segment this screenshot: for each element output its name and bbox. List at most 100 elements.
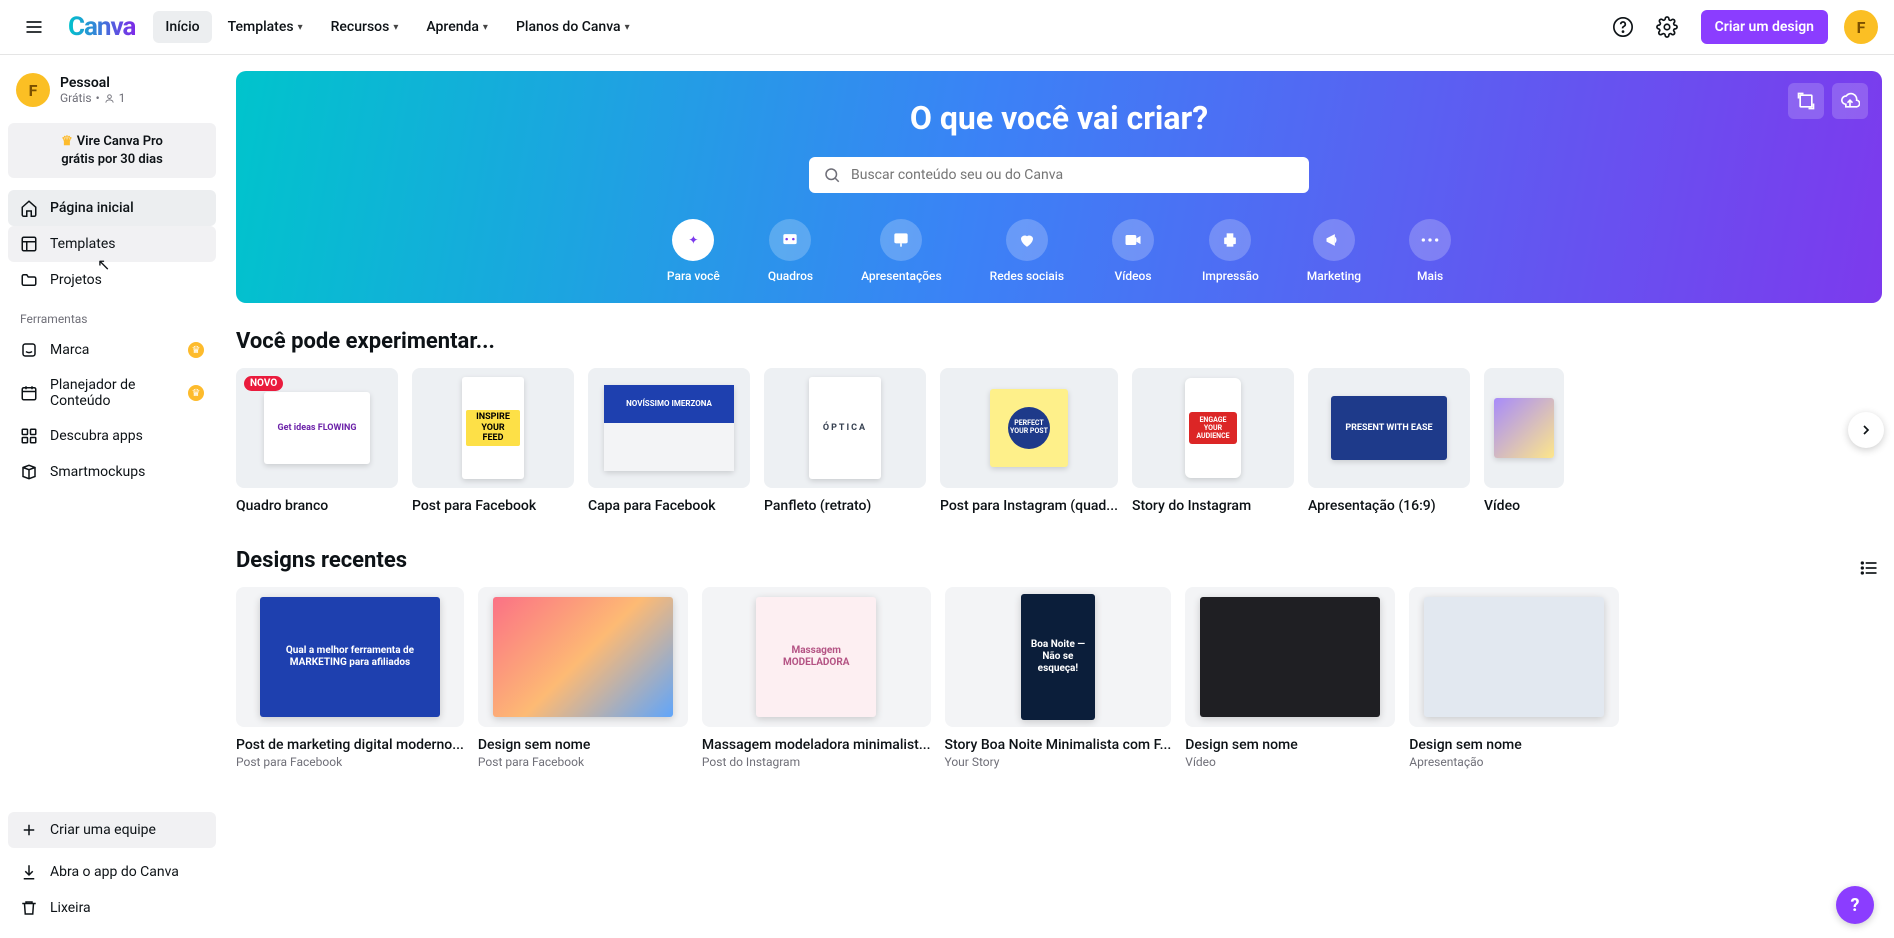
category-presentations[interactable]: Apresentações — [861, 219, 942, 283]
sidebar-create-team[interactable]: Criar uma equipe — [8, 812, 216, 848]
view-toggle-button[interactable] — [1856, 555, 1882, 581]
design-subtitle: Apresentação — [1409, 755, 1619, 769]
recent-section-title: Designs recentes — [236, 548, 407, 573]
search-input[interactable] — [851, 167, 1295, 183]
category-videos[interactable]: Vídeos — [1112, 219, 1154, 283]
nav-templates-label: Templates — [228, 19, 294, 35]
carousel-next-button[interactable] — [1848, 412, 1884, 448]
sidebar-item-brand[interactable]: Marca ♛ — [8, 332, 216, 368]
upload-button[interactable] — [1832, 83, 1868, 119]
home-icon — [20, 199, 38, 217]
category-print[interactable]: Impressão — [1202, 219, 1259, 283]
sidebar-download-app[interactable]: Abra o app do Canva — [8, 854, 216, 890]
try-card-fb-post[interactable]: INSPIRE YOUR FEED Post para Facebook — [412, 368, 574, 514]
try-card-whiteboard[interactable]: NOVOGet ideas FLOWING Quadro branco — [236, 368, 398, 514]
thumb-text: PERFECT YOUR POST — [1008, 407, 1050, 449]
hero-categories: ✦Para você Quadros Apresentações Redes s… — [256, 219, 1862, 283]
sidebar-item-label: Descubra apps — [50, 428, 143, 444]
crown-badge-icon: ♛ — [188, 385, 204, 401]
nav-learn-label: Aprenda — [426, 19, 479, 35]
upgrade-banner[interactable]: ♛Vire Canva Pro grátis por 30 dias — [8, 123, 216, 178]
hero-title: O que você vai criar? — [256, 99, 1862, 137]
search-icon — [823, 166, 841, 184]
design-card[interactable]: Massagem MODELADORA Massagem modeladora … — [702, 587, 931, 769]
apps-icon — [20, 427, 38, 445]
chevron-down-icon: ▾ — [298, 22, 303, 33]
design-card[interactable]: Boa Noite — Não se esqueça! Story Boa No… — [945, 587, 1172, 769]
category-social[interactable]: Redes sociais — [990, 219, 1064, 283]
heart-icon — [1006, 219, 1048, 261]
category-label: Mais — [1417, 269, 1443, 283]
try-carousel[interactable]: NOVOGet ideas FLOWING Quadro branco INSP… — [236, 368, 1882, 522]
sidebar-item-apps[interactable]: Descubra apps — [8, 418, 216, 454]
profile-name: Pessoal — [60, 75, 125, 91]
sidebar-item-smartmockups[interactable]: Smartmockups — [8, 454, 216, 490]
custom-size-button[interactable] — [1788, 83, 1824, 119]
sidebar-item-projects[interactable]: Projetos — [8, 262, 216, 298]
create-design-button[interactable]: Criar um design — [1701, 10, 1828, 44]
design-subtitle: Post do Instagram — [702, 755, 931, 769]
nav-plans[interactable]: Planos do Canva▾ — [504, 11, 642, 43]
design-thumb: Massagem MODELADORA — [702, 587, 931, 727]
sidebar-item-label: Marca — [50, 342, 89, 358]
try-card-presentation[interactable]: PRESENT WITH EASE Apresentação (16:9) — [1308, 368, 1470, 514]
try-label: Story do Instagram — [1132, 498, 1294, 514]
thumb-text: ÓPTICA — [823, 423, 867, 433]
design-card[interactable]: Design sem nome Vídeo — [1185, 587, 1395, 769]
menu-icon[interactable] — [16, 9, 52, 45]
nav-templates[interactable]: Templates ▾ — [216, 11, 315, 43]
user-avatar[interactable]: F — [1844, 10, 1878, 44]
sidebar-item-label: Abra o app do Canva — [50, 864, 179, 880]
design-title: Post de marketing digital moderno... — [236, 737, 464, 753]
design-card[interactable]: Design sem nome Post para Facebook — [478, 587, 688, 769]
folder-icon — [20, 271, 38, 289]
category-label: Apresentações — [861, 269, 942, 283]
board-icon — [769, 219, 811, 261]
sidebar-item-label: Lixeira — [50, 900, 91, 916]
try-card-ig-story[interactable]: ENGAGE YOUR AUDIENCE Story do Instagram — [1132, 368, 1294, 514]
sidebar-item-planner[interactable]: Planejador de Conteúdo ♛ — [8, 368, 216, 418]
design-card[interactable]: Qual a melhor ferramenta de MARKETING pa… — [236, 587, 464, 769]
category-more[interactable]: Mais — [1409, 219, 1451, 283]
sidebar-trash[interactable]: Lixeira — [8, 890, 216, 926]
design-card[interactable]: Design sem nome Apresentação — [1409, 587, 1619, 769]
profile-block[interactable]: F Pessoal Grátis • 1 — [8, 67, 216, 113]
upgrade-line2: grátis por 30 dias — [61, 152, 163, 167]
megaphone-icon — [1313, 219, 1355, 261]
design-subtitle: Your Story — [945, 755, 1172, 769]
category-whiteboards[interactable]: Quadros — [768, 219, 813, 283]
nav-home[interactable]: Início — [153, 11, 211, 43]
sidebar-item-label: Página inicial — [50, 200, 134, 216]
print-icon — [1209, 219, 1251, 261]
download-icon — [20, 863, 38, 881]
try-section-title: Você pode experimentar... — [236, 329, 1882, 354]
nav-learn[interactable]: Aprenda▾ — [414, 11, 500, 43]
more-icon — [1409, 219, 1451, 261]
sidebar-item-label: Planejador de Conteúdo — [50, 377, 176, 409]
plus-icon — [20, 821, 38, 839]
help-fab-button[interactable]: ? — [1836, 886, 1874, 924]
design-title: Design sem nome — [1185, 737, 1395, 753]
try-label: Panfleto (retrato) — [764, 498, 926, 514]
try-card-ig-post[interactable]: PERFECT YOUR POST Post para Instagram (q… — [940, 368, 1118, 514]
try-label: Post para Facebook — [412, 498, 574, 514]
nav-resources-label: Recursos — [331, 19, 390, 35]
sidebar-item-label: Templates — [50, 236, 116, 252]
help-icon[interactable] — [1605, 9, 1641, 45]
nav-resources[interactable]: Recursos▾ — [319, 11, 411, 43]
try-label: Capa para Facebook — [588, 498, 750, 514]
try-label: Apresentação (16:9) — [1308, 498, 1470, 514]
try-card-flyer[interactable]: ÓPTICA Panfleto (retrato) — [764, 368, 926, 514]
canva-logo[interactable]: Canva — [68, 12, 135, 42]
search-bar[interactable] — [809, 157, 1309, 193]
try-card-fb-cover[interactable]: NOVÍSSIMO IMERZONA Capa para Facebook — [588, 368, 750, 514]
category-marketing[interactable]: Marketing — [1307, 219, 1361, 283]
thumb-text: INSPIRE YOUR FEED — [466, 410, 520, 445]
sidebar-item-templates[interactable]: Templates — [8, 226, 216, 262]
try-card-video[interactable]: Vídeo — [1484, 368, 1564, 514]
design-title: Massagem modeladora minimalist... — [702, 737, 931, 753]
settings-icon[interactable] — [1649, 9, 1685, 45]
category-label: Marketing — [1307, 269, 1361, 283]
category-for-you[interactable]: ✦Para você — [667, 219, 720, 283]
sidebar-item-home[interactable]: Página inicial — [8, 190, 216, 226]
